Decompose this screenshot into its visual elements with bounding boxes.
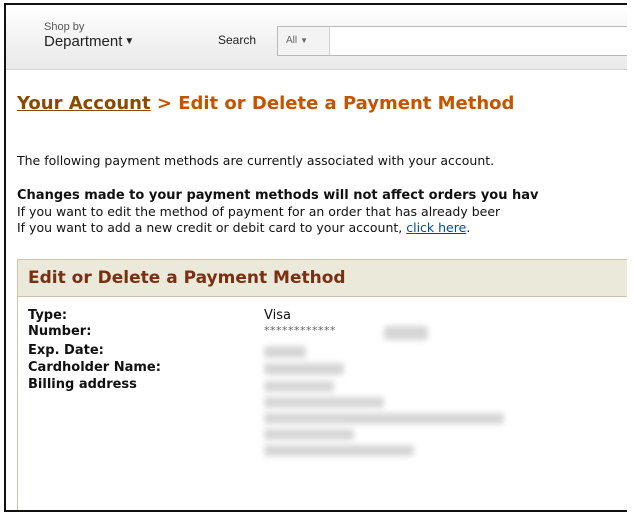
- search-label: Search: [218, 33, 257, 47]
- type-label: Type:: [28, 308, 68, 323]
- breadcrumb-separator: >: [150, 93, 179, 114]
- screenshot-frame: Shop by Department ▼ Search All ▼ Your Acc…: [4, 3, 627, 512]
- card-number-masked: ************: [264, 324, 336, 337]
- exp-date-redacted: [264, 346, 306, 358]
- your-account-link[interactable]: Your Account: [17, 93, 151, 114]
- department-label: Department: [44, 33, 123, 50]
- page-title: Edit or Delete a Payment Method: [178, 93, 515, 114]
- billing-line-redacted: [264, 413, 504, 424]
- billing-line-redacted: [264, 445, 414, 456]
- search-scope-dropdown[interactable]: All ▼: [278, 27, 330, 55]
- type-value: Visa: [264, 308, 291, 323]
- shop-by-label: Shop by: [44, 21, 85, 33]
- cardholder-label: Cardholder Name:: [28, 360, 161, 375]
- caret-down-icon: ▼: [124, 36, 135, 47]
- cardholder-redacted: [264, 363, 344, 375]
- click-here-link[interactable]: click here: [406, 220, 466, 235]
- billing-line-redacted: [264, 381, 334, 392]
- shop-by-department-menu[interactable]: Shop by Department ▼: [44, 21, 134, 51]
- breadcrumb: Your Account > Edit or Delete a Payment …: [17, 93, 514, 114]
- payment-method-panel: Edit or Delete a Payment Method Type: Vi…: [17, 259, 627, 510]
- add-card-prefix: If you want to add a new credit or debit…: [17, 220, 407, 235]
- billing-address-label: Billing address: [28, 377, 137, 392]
- caret-down-icon: ▼: [300, 36, 309, 45]
- billing-line-redacted: [264, 429, 354, 440]
- edit-order-text: If you want to edit the method of paymen…: [17, 204, 501, 219]
- search-input[interactable]: All ▼: [277, 26, 627, 56]
- search-scope-value: All: [286, 35, 298, 46]
- billing-line-redacted: [264, 397, 384, 408]
- card-last-digits-redacted: [384, 326, 428, 340]
- exp-date-label: Exp. Date:: [28, 343, 104, 358]
- add-card-text: If you want to add a new credit or debit…: [17, 220, 470, 235]
- intro-text: The following payment methods are curren…: [17, 153, 495, 168]
- top-nav-bar: Shop by Department ▼ Search All ▼: [6, 5, 627, 70]
- add-card-suffix: .: [466, 220, 471, 235]
- panel-heading: Edit or Delete a Payment Method: [18, 260, 627, 297]
- orders-warning-text: Changes made to your payment methods wil…: [17, 188, 539, 203]
- number-label: Number:: [28, 324, 92, 339]
